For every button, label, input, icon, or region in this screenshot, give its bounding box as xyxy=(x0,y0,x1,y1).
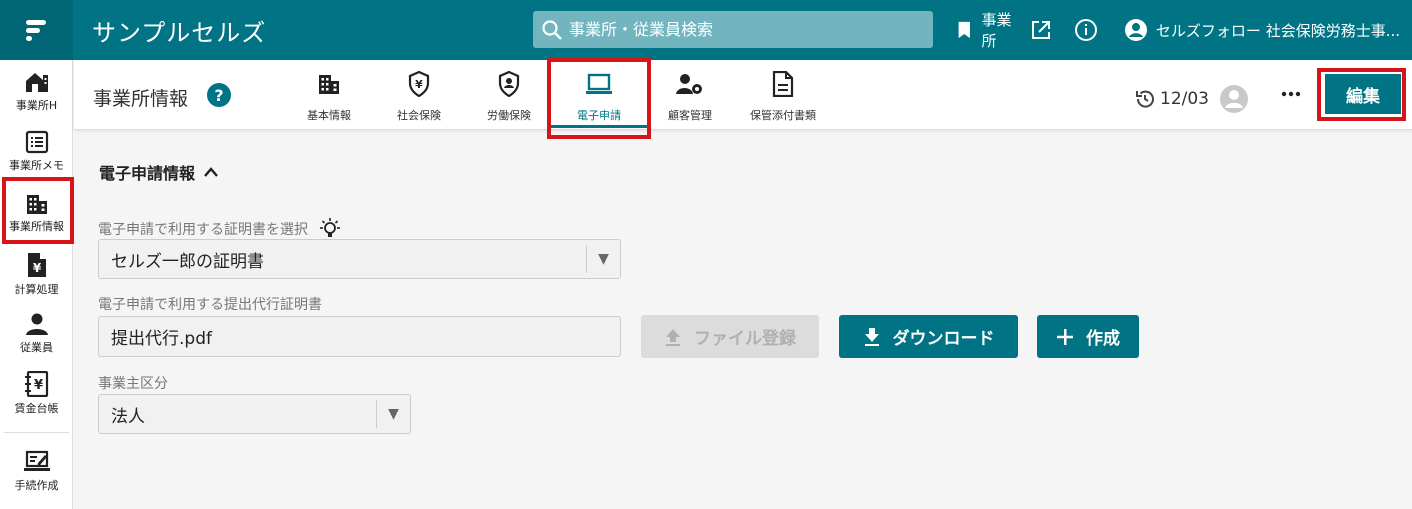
employer-type-label: 事業主区分 xyxy=(98,376,168,392)
sidebar-item-office-home[interactable]: 事業所H xyxy=(0,70,73,128)
download-label: ダウンロード xyxy=(892,329,995,349)
edit-highlight-box xyxy=(1317,68,1406,121)
proxy-file-value: 提出代行.pdf xyxy=(111,329,212,349)
laptop-edit-icon xyxy=(23,450,50,471)
person-shield-icon xyxy=(498,71,520,97)
tab-social-insurance[interactable]: ¥ 社会保険 xyxy=(392,60,446,130)
download-button[interactable]: ダウンロード xyxy=(839,315,1018,358)
sidebar-item-label: 手続作成 xyxy=(14,479,59,492)
account-circle-icon xyxy=(1124,19,1147,41)
dropdown-arrow-icon: ▼ xyxy=(376,400,410,428)
sidebar-highlight-box xyxy=(2,177,74,244)
cert-select-value: セルズ一郎の証明書 xyxy=(111,251,264,272)
sidebar-item-employees[interactable]: 従業員 xyxy=(0,312,73,370)
search-input[interactable] xyxy=(569,20,909,39)
cert-select[interactable]: セルズ一郎の証明書 ▼ xyxy=(98,239,621,279)
create-label: 作成 xyxy=(1086,329,1120,349)
open-external-icon xyxy=(1031,21,1050,39)
top-right-controls: 事業所 セルズフォロー 社会保険労務士事... xyxy=(957,0,1412,60)
help-button[interactable]: ? xyxy=(207,83,231,107)
document-icon xyxy=(772,71,794,97)
register-file-button[interactable]: ファイル登録 xyxy=(641,315,819,358)
yen-document-icon: ¥ xyxy=(27,253,46,277)
top-bar: サンプルセルズ 事業所・従業員検索 事業所 セルズフォロー 社会保険労務士事..… xyxy=(0,0,1412,60)
tab-basic-info[interactable]: 基本情報 xyxy=(302,60,356,130)
person-gear-icon xyxy=(676,74,702,94)
sidebar-item-label: 賃金台帳 xyxy=(14,402,59,415)
tab-label: 顧客管理 xyxy=(668,109,712,122)
office-bookmark[interactable]: 事業所 xyxy=(957,9,1018,51)
yen-notebook-icon: ¥ xyxy=(24,371,48,397)
proxy-label: 電子申請で利用する提出代行証明書 xyxy=(98,297,322,313)
page-title: 事業所情報 xyxy=(93,88,189,110)
register-file-label: ファイル登録 xyxy=(694,329,796,349)
tab-label: 保管添付書類 xyxy=(750,109,816,122)
tab-label: 労働保険 xyxy=(487,109,531,122)
svg-text:¥: ¥ xyxy=(415,78,423,91)
more-options-button[interactable] xyxy=(1279,82,1303,106)
building-icon xyxy=(319,75,339,94)
section-header[interactable]: 電子申請情報 xyxy=(99,160,219,184)
app-title: サンプルセルズ xyxy=(92,19,267,47)
tab-labor-insurance[interactable]: 労働保険 xyxy=(481,60,537,130)
sidebar-item-calculation[interactable]: ¥ 計算処理 xyxy=(0,252,73,310)
app-logo[interactable] xyxy=(0,0,73,60)
tab-highlight-box xyxy=(547,58,651,139)
logo-icon xyxy=(25,20,46,41)
sidebar-item-label: 従業員 xyxy=(20,341,53,354)
sidebar-divider xyxy=(4,432,69,433)
section-title: 電子申請情報 xyxy=(99,164,196,183)
date-text: 12/03 xyxy=(1160,89,1209,109)
sidebar-item-wage-ledger[interactable]: ¥ 賃金台帳 xyxy=(0,371,73,429)
page-subheader: 事業所情報 ? 基本情報 ¥ 社会保険 労働保険 電子申請 顧客管理 保管添付書… xyxy=(74,60,1412,130)
bookmark-icon xyxy=(958,21,970,39)
memo-list-icon xyxy=(25,130,48,154)
info-icon xyxy=(1074,19,1097,41)
left-sidebar: 事業所H 事業所メモ 事業所情報 ¥ 計算処理 従業員 ¥ 賃金台帳 手続作成 xyxy=(0,60,73,509)
info-button[interactable] xyxy=(1074,18,1098,42)
user-menu[interactable]: セルズフォロー 社会保険労務士事... xyxy=(1124,18,1400,42)
dropdown-arrow-icon: ▼ xyxy=(586,245,620,273)
proxy-file-field: 提出代行.pdf xyxy=(98,316,621,357)
last-updated: 12/03 xyxy=(1134,84,1249,114)
history-icon xyxy=(1136,90,1154,108)
cert-label: 電子申請で利用する証明書を選択 xyxy=(98,218,342,240)
avatar-icon xyxy=(1220,85,1248,113)
sidebar-item-procedure-create[interactable]: 手続作成 xyxy=(0,450,73,508)
svg-text:¥: ¥ xyxy=(32,261,41,275)
sidebar-item-label: 事業所メモ xyxy=(9,159,64,172)
tab-label: 基本情報 xyxy=(307,109,351,122)
tab-attached-documents[interactable]: 保管添付書類 xyxy=(748,60,818,130)
tab-customer-management[interactable]: 顧客管理 xyxy=(662,60,718,130)
download-icon xyxy=(864,327,879,346)
search-icon xyxy=(542,19,562,40)
office-label: 事業所 xyxy=(981,11,1012,50)
tab-label: 社会保険 xyxy=(397,109,441,122)
plus-icon xyxy=(1057,328,1073,345)
svg-text:¥: ¥ xyxy=(33,378,42,393)
upload-icon xyxy=(666,328,680,346)
office-home-icon xyxy=(25,73,48,92)
employer-type-value: 法人 xyxy=(111,406,145,427)
lightbulb-icon[interactable] xyxy=(318,218,342,240)
search-bar[interactable] xyxy=(533,11,933,48)
sidebar-item-label: 事業所H xyxy=(15,99,58,112)
open-external-button[interactable] xyxy=(1030,19,1052,41)
yen-shield-icon: ¥ xyxy=(408,71,430,97)
create-button[interactable]: 作成 xyxy=(1037,315,1139,358)
more-horiz-icon xyxy=(1281,91,1301,97)
cert-label-text: 電子申請で利用する証明書を選択 xyxy=(98,222,308,238)
employer-type-select[interactable]: 法人 ▼ xyxy=(98,394,411,434)
chevron-up-icon xyxy=(204,167,218,177)
sidebar-item-label: 計算処理 xyxy=(14,283,59,296)
user-label: セルズフォロー 社会保険労務士事... xyxy=(1155,21,1400,40)
person-icon xyxy=(25,313,48,335)
